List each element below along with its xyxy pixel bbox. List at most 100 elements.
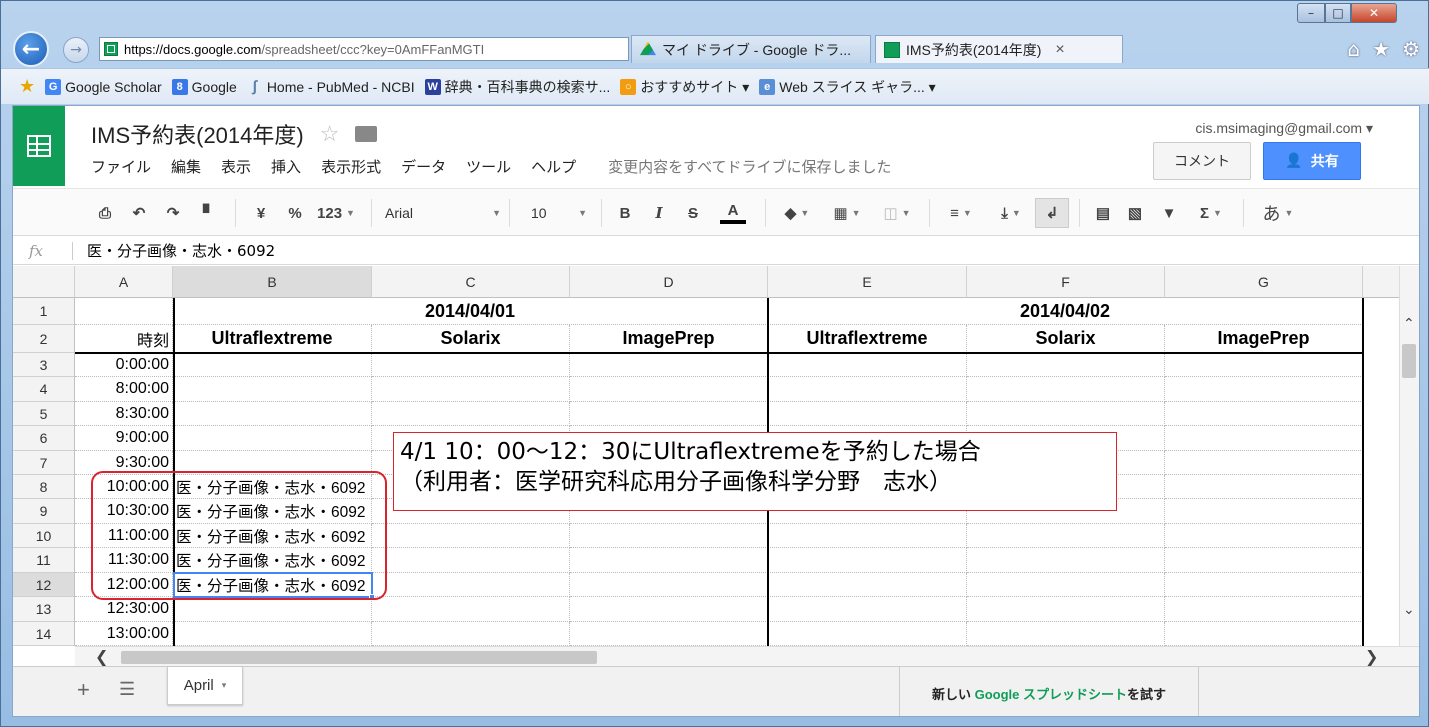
grid-cell[interactable] (1165, 451, 1363, 475)
grid-cell[interactable] (1165, 475, 1363, 499)
time-cell[interactable]: 8:30:00 (75, 402, 173, 426)
scroll-right-icon[interactable]: ❯ (1365, 647, 1378, 666)
wrap-text-icon[interactable]: ↲ (1035, 198, 1069, 228)
row-header-9[interactable]: 9 (13, 499, 75, 524)
font-family-select[interactable]: Arial ▼ (385, 201, 501, 225)
grid-cell[interactable] (570, 377, 768, 402)
date-header-1[interactable]: 2014/04/01 (173, 298, 768, 325)
grid-cell[interactable] (1165, 622, 1363, 646)
row-header-6[interactable]: 6 (13, 426, 75, 451)
favorite-suggested-sites[interactable]: ○ おすすめサイト ▾ (620, 77, 749, 97)
instrument-header-cell[interactable]: ImagePrep (1165, 325, 1363, 353)
insert-comment-icon[interactable]: ▤ (1091, 201, 1115, 225)
row-header-2[interactable]: 2 (13, 325, 75, 353)
grid-cell[interactable] (1165, 548, 1363, 573)
italic-button[interactable]: I (647, 201, 671, 225)
grid-cell[interactable] (570, 597, 768, 622)
grid-cell[interactable] (1165, 597, 1363, 622)
menu-data[interactable]: データ (401, 156, 446, 177)
booking-cell[interactable] (173, 622, 372, 646)
fill-color-icon[interactable]: ◆ ▼ (777, 201, 817, 225)
filter-icon[interactable]: ▼ (1157, 201, 1181, 225)
text-color-button[interactable]: A (715, 201, 751, 225)
favorite-google-scholar[interactable]: G Google Scholar (45, 78, 162, 95)
row-header-13[interactable]: 13 (13, 597, 75, 622)
column-header-e[interactable]: E (768, 266, 967, 298)
time-cell[interactable]: 9:00:00 (75, 426, 173, 451)
add-sheet-icon[interactable]: + (77, 677, 90, 703)
sheets-home-button[interactable] (13, 106, 65, 186)
grid-cell[interactable] (372, 622, 570, 646)
grid-cell[interactable] (1165, 377, 1363, 402)
grid-cell[interactable] (768, 548, 967, 573)
favorite-web-slice[interactable]: e Web スライス ギャラ... ▾ (759, 77, 936, 97)
grid-cell[interactable] (372, 402, 570, 426)
menu-format[interactable]: 表示形式 (321, 156, 381, 177)
tab-ims-reservation[interactable]: IMS予約表(2014年度) × (875, 35, 1123, 63)
settings-gear-icon[interactable]: ⚙ (1402, 37, 1420, 61)
row-header-12[interactable]: 12 (13, 573, 75, 597)
font-size-select[interactable]: 10 ▼ (531, 201, 587, 225)
grid-cell[interactable] (1165, 353, 1363, 377)
try-new-sheets-link[interactable]: 新しい Google スプレッドシート を試す (899, 667, 1199, 716)
close-window-button[interactable]: ✕ (1351, 3, 1397, 23)
scroll-left-icon[interactable]: ❮ (95, 647, 108, 666)
functions-button[interactable]: Σ ▼ (1191, 201, 1231, 225)
row-header-7[interactable]: 7 (13, 451, 75, 475)
grid-cell[interactable] (967, 573, 1165, 597)
undo-icon[interactable]: ↶ (127, 201, 151, 225)
grid-cell[interactable] (1165, 573, 1363, 597)
favorites-star-icon[interactable]: ★ (1372, 37, 1390, 61)
instrument-header-cell[interactable]: ImagePrep (570, 325, 768, 353)
grid-cell[interactable] (372, 548, 570, 573)
row-header-3[interactable]: 3 (13, 353, 75, 377)
instrument-header-cell[interactable]: Solarix (372, 325, 570, 353)
favorite-google[interactable]: 8 Google (171, 78, 237, 95)
grid-cell[interactable] (967, 524, 1165, 548)
row-header-11[interactable]: 11 (13, 548, 75, 573)
instrument-header-cell[interactable]: Solarix (967, 325, 1165, 353)
column-header-f[interactable]: F (967, 266, 1165, 298)
grid-cell[interactable] (768, 377, 967, 402)
grid-cell[interactable] (768, 402, 967, 426)
column-header-c[interactable]: C (372, 266, 570, 298)
menu-help[interactable]: ヘルプ (531, 156, 576, 177)
time-cell[interactable]: 13:00:00 (75, 622, 173, 646)
time-header-cell[interactable]: 時刻 (75, 325, 173, 353)
row-header-1[interactable]: 1 (13, 298, 75, 325)
time-cell[interactable]: 12:30:00 (75, 597, 173, 622)
grid-cell[interactable] (570, 524, 768, 548)
menu-insert[interactable]: 挿入 (271, 156, 301, 177)
booking-cell[interactable] (173, 402, 372, 426)
vertical-scrollbar[interactable]: ⌃ ⌄ (1399, 266, 1419, 646)
grid-cell[interactable] (570, 622, 768, 646)
chevron-down-icon[interactable]: ▾ (222, 680, 227, 691)
grid-cell[interactable] (1165, 524, 1363, 548)
add-favorite-star-icon[interactable]: ★ (19, 76, 35, 97)
paint-format-icon[interactable]: ▘ (197, 201, 221, 225)
column-header-a[interactable]: A (75, 266, 173, 298)
horizontal-align-icon[interactable]: ≡ ▼ (941, 201, 981, 225)
save-status[interactable]: 変更内容をすべてドライブに保存しました (608, 156, 891, 177)
menu-edit[interactable]: 編集 (171, 156, 201, 177)
merge-cells-icon[interactable]: ◫ ▼ (875, 201, 919, 225)
folder-icon[interactable] (355, 126, 378, 142)
insert-chart-icon[interactable]: ▧ (1123, 201, 1147, 225)
grid-cell[interactable] (768, 597, 967, 622)
all-sheets-menu-icon[interactable]: ☰ (119, 679, 135, 700)
vertical-scroll-thumb[interactable] (1402, 344, 1416, 378)
column-header-b[interactable]: B (173, 266, 372, 298)
grid-cell[interactable] (1165, 499, 1363, 524)
strikethrough-button[interactable]: S (681, 201, 705, 225)
row-header-4[interactable]: 4 (13, 377, 75, 402)
grid-cell[interactable] (768, 622, 967, 646)
favorite-pubmed[interactable]: ∫ Home - PubMed - NCBI (247, 78, 415, 95)
grid-cell[interactable] (967, 597, 1165, 622)
grid-cell[interactable] (372, 597, 570, 622)
grid-cell[interactable] (570, 548, 768, 573)
instrument-header-cell[interactable]: Ultraflextreme (768, 325, 967, 353)
currency-format-button[interactable]: ¥ (249, 201, 273, 225)
account-email[interactable]: cis.msimaging@gmail.com ▾ (1195, 120, 1373, 137)
row-header-5[interactable]: 5 (13, 402, 75, 426)
booking-cell[interactable] (173, 377, 372, 402)
